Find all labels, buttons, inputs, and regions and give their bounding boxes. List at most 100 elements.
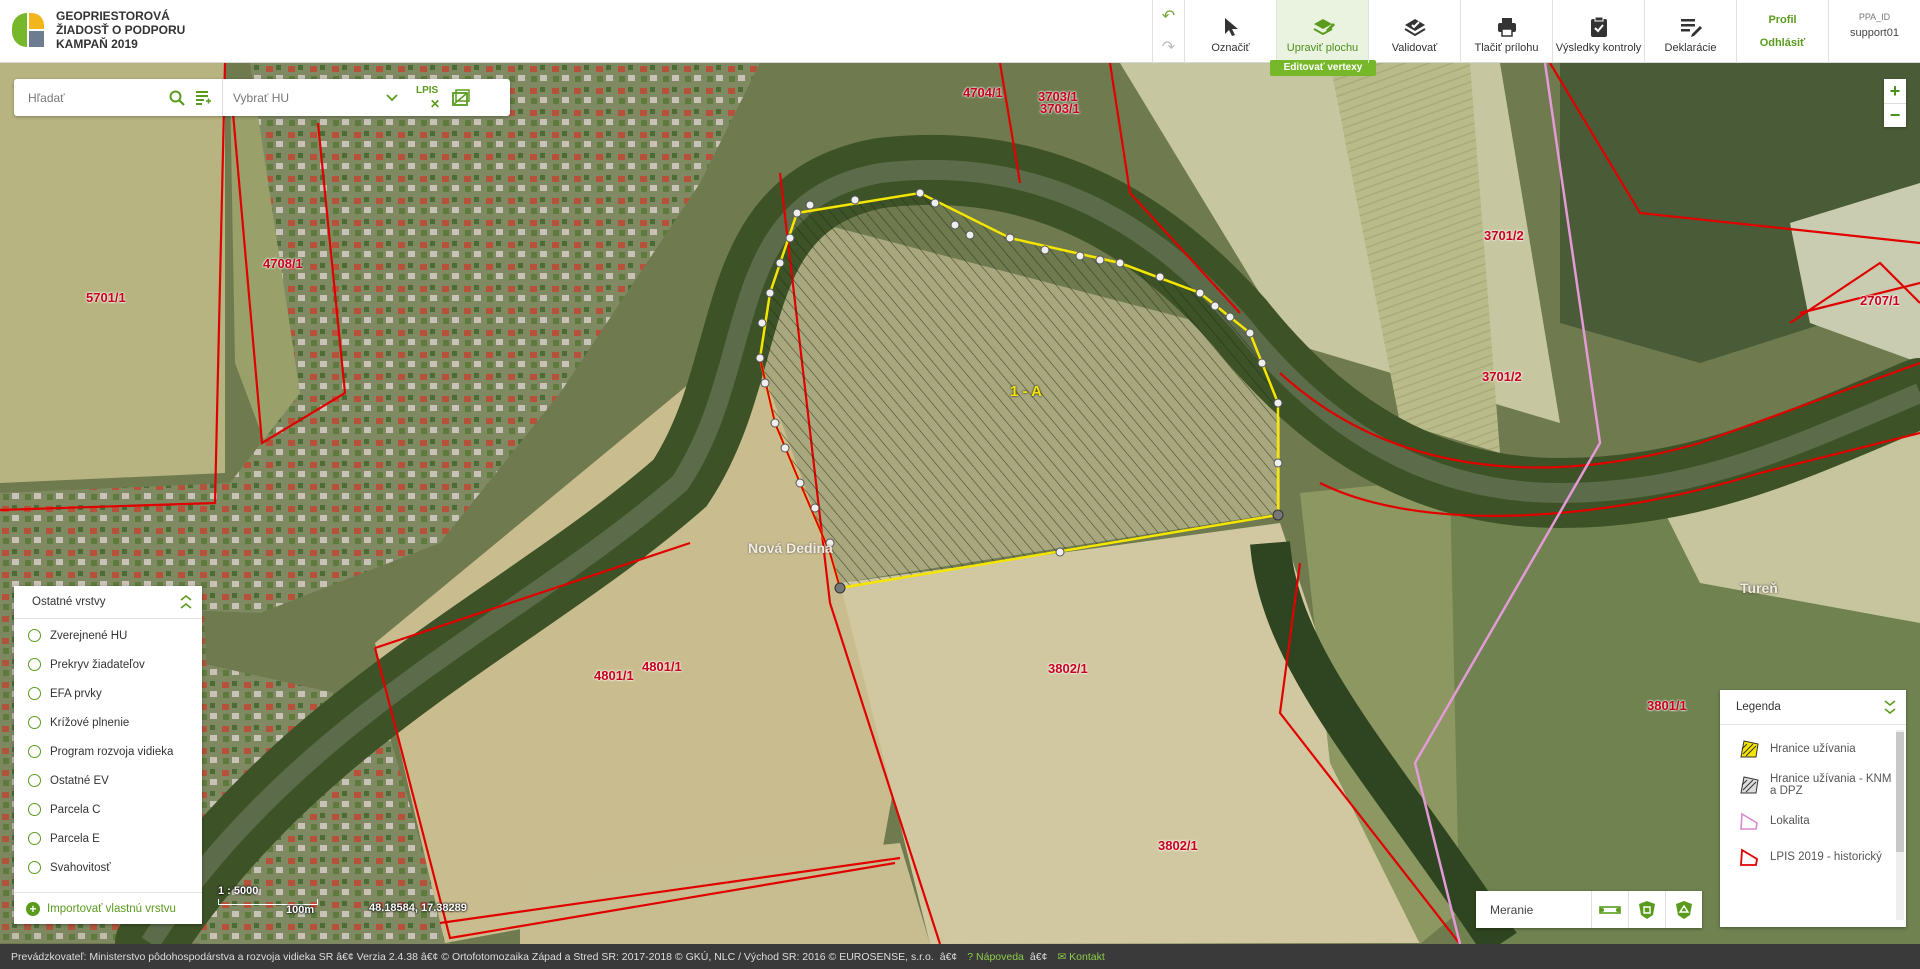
layer-label: Prekryv žiadateľov <box>50 658 145 671</box>
contact-link[interactable]: ✉ Kontakt <box>1057 951 1104 963</box>
tool-edit-area[interactable]: Upraviť plochu Editovať vertexy <box>1270 0 1376 76</box>
orthophoto-map <box>0 63 1920 944</box>
layer-label: Ostatné EV <box>50 774 109 787</box>
collapse-icon[interactable] <box>1884 700 1896 714</box>
layer-item[interactable]: Parcela E <box>14 824 202 853</box>
hu-select[interactable]: Vybrať HU <box>222 79 408 116</box>
lpis-label: LPIS <box>416 84 439 96</box>
user-name: support01 <box>1850 27 1899 39</box>
layer-item[interactable]: Svahovitosť <box>14 853 202 882</box>
radio-icon[interactable] <box>28 629 41 642</box>
cursor-coordinates: 48.18584, 17.38289 <box>369 902 467 914</box>
legend-item: Hranice užívania <box>1720 731 1892 767</box>
legend-item: LPIS 2019 - historický <box>1720 839 1892 875</box>
scale-ratio: 1 : 5000 <box>218 885 259 897</box>
legend-panel: Legenda Hranice užívania Hranice užívani… <box>1720 690 1906 927</box>
tool-declarations[interactable]: Deklarácie <box>1644 0 1736 63</box>
layer-label: Zverejnené HU <box>50 629 128 642</box>
map-scale: 1 : 5000 100m <box>218 885 318 916</box>
legend-label: Hranice užívania - KNM a DPZ <box>1770 773 1892 797</box>
declaration-icon <box>1680 19 1702 37</box>
tool-check-results[interactable]: Výsledky kontroly <box>1552 0 1644 63</box>
layers-toggle-button[interactable] <box>448 85 474 111</box>
layer-item[interactable]: Zverejnené HU <box>14 621 202 650</box>
profile-group: Profil Odhlásiť <box>1736 0 1828 63</box>
tool-validate[interactable]: Validovať <box>1368 0 1460 63</box>
collapse-icon[interactable] <box>180 595 192 609</box>
brand-line-2: ŽIADOSŤ O PODPORU <box>56 23 186 37</box>
map-canvas[interactable]: 4708/1 5701/1 4704/1 3703/1 3703/1 3701/… <box>0 63 1920 944</box>
zoom-control: + − <box>1884 79 1906 127</box>
app-root: GEOPRIESTOROVÁ ŽIADOSŤ O PODPORU KAMPAŇ … <box>0 0 1920 969</box>
area-shield-icon <box>1639 900 1655 919</box>
footer-separator: â€¢ <box>1029 950 1048 963</box>
logout-link[interactable]: Odhlásiť <box>1760 37 1806 49</box>
other-layers-panel: Ostatné vrstvy Zverejnené HU Prekryv žia… <box>14 586 202 924</box>
clipboard-check-icon <box>1590 16 1607 37</box>
legend-title: Legenda <box>1736 701 1781 713</box>
radio-icon[interactable] <box>28 658 41 671</box>
import-layer-label: Importovať vlastnú vrstvu <box>47 902 176 915</box>
ruler-icon <box>1599 905 1621 914</box>
brand[interactable]: GEOPRIESTOROVÁ ŽIADOSŤ O PODPORU KAMPAŇ … <box>12 9 185 51</box>
filter-list-button[interactable] <box>190 85 216 111</box>
tool-select[interactable]: Označiť <box>1184 0 1276 63</box>
redo-icon[interactable]: ↷ <box>1162 37 1175 57</box>
measure-distance-button[interactable] <box>1591 891 1628 928</box>
measure-polygon-button[interactable] <box>1665 891 1702 928</box>
layers-panel-header[interactable]: Ostatné vrstvy <box>14 586 202 619</box>
search-icon <box>169 90 185 106</box>
plus-icon: + <box>26 901 40 916</box>
layer-item[interactable]: Prekryv žiadateľov <box>14 650 202 679</box>
radio-icon[interactable] <box>28 832 41 845</box>
polygon-shield-icon <box>1676 900 1692 919</box>
import-layer-button[interactable]: + Importovať vlastnú vrstvu <box>14 892 202 924</box>
gray-hatch-legend-icon <box>1740 776 1759 794</box>
yellow-hatch-legend-icon <box>1740 740 1759 758</box>
profile-link[interactable]: Profil <box>1768 14 1796 26</box>
layer-label: Parcela E <box>50 832 100 845</box>
radio-icon[interactable] <box>28 774 41 787</box>
radio-icon[interactable] <box>28 745 41 758</box>
layers-panel-title: Ostatné vrstvy <box>32 596 106 608</box>
brand-title: GEOPRIESTOROVÁ ŽIADOSŤ O PODPORU KAMPAŇ … <box>56 9 185 51</box>
help-link[interactable]: ? Nápoveda <box>967 951 1024 963</box>
radio-icon[interactable] <box>28 803 41 816</box>
layer-label: Krížové plnenie <box>50 716 130 729</box>
footer-text: Prevádzkovateľ: Ministerstvo pôdohospodá… <box>11 950 934 963</box>
measure-area-button[interactable] <box>1628 891 1665 928</box>
layer-item[interactable]: Parcela C <box>14 795 202 824</box>
layer-item[interactable]: Program rozvoja vidieka <box>14 737 202 766</box>
search-button[interactable] <box>164 85 190 111</box>
header: GEOPRIESTOROVÁ ŽIADOSŤ O PODPORU KAMPAŇ … <box>0 0 1920 76</box>
red-outline-legend-icon <box>1740 848 1758 866</box>
tool-print[interactable]: Tlačiť prílohu <box>1460 0 1552 63</box>
tool-declarations-label: Deklarácie <box>1664 42 1717 54</box>
legend-header[interactable]: Legenda <box>1720 690 1906 725</box>
lpis-toggle-button[interactable]: LPIS ✕ <box>416 85 442 111</box>
undo-icon[interactable]: ↶ <box>1162 6 1175 26</box>
radio-icon[interactable] <box>28 861 41 874</box>
list-filter-icon <box>196 90 211 105</box>
radio-icon[interactable] <box>28 716 41 729</box>
cursor-icon <box>1224 18 1238 36</box>
user-id-label: PPA_ID <box>1858 12 1891 22</box>
contact-label: Kontakt <box>1069 950 1105 963</box>
measure-panel: Meranie <box>1476 891 1702 928</box>
edit-vertices-badge[interactable]: Editovať vertexy <box>1270 60 1376 76</box>
edit-area-icon <box>1313 19 1335 36</box>
layer-item[interactable]: EFA prvky <box>14 679 202 708</box>
layer-item[interactable]: Krížové plnenie <box>14 708 202 737</box>
pink-outline-legend-icon <box>1740 812 1758 830</box>
layer-label: Program rozvoja vidieka <box>50 745 174 758</box>
brand-line-1: GEOPRIESTOROVÁ <box>56 9 170 23</box>
legend-scrollbar[interactable] <box>1896 730 1904 920</box>
layer-item[interactable]: Ostatné EV <box>14 766 202 795</box>
zoom-out-button[interactable]: − <box>1884 103 1906 127</box>
brand-line-3: KAMPAŇ 2019 <box>56 37 138 51</box>
zoom-in-button[interactable]: + <box>1884 79 1906 103</box>
app-logo <box>12 13 44 47</box>
main-toolbar: ↶ ↷ Označiť Upraviť plochu Editovať vert… <box>1152 0 1920 76</box>
radio-icon[interactable] <box>28 687 41 700</box>
search-input[interactable] <box>14 90 164 105</box>
